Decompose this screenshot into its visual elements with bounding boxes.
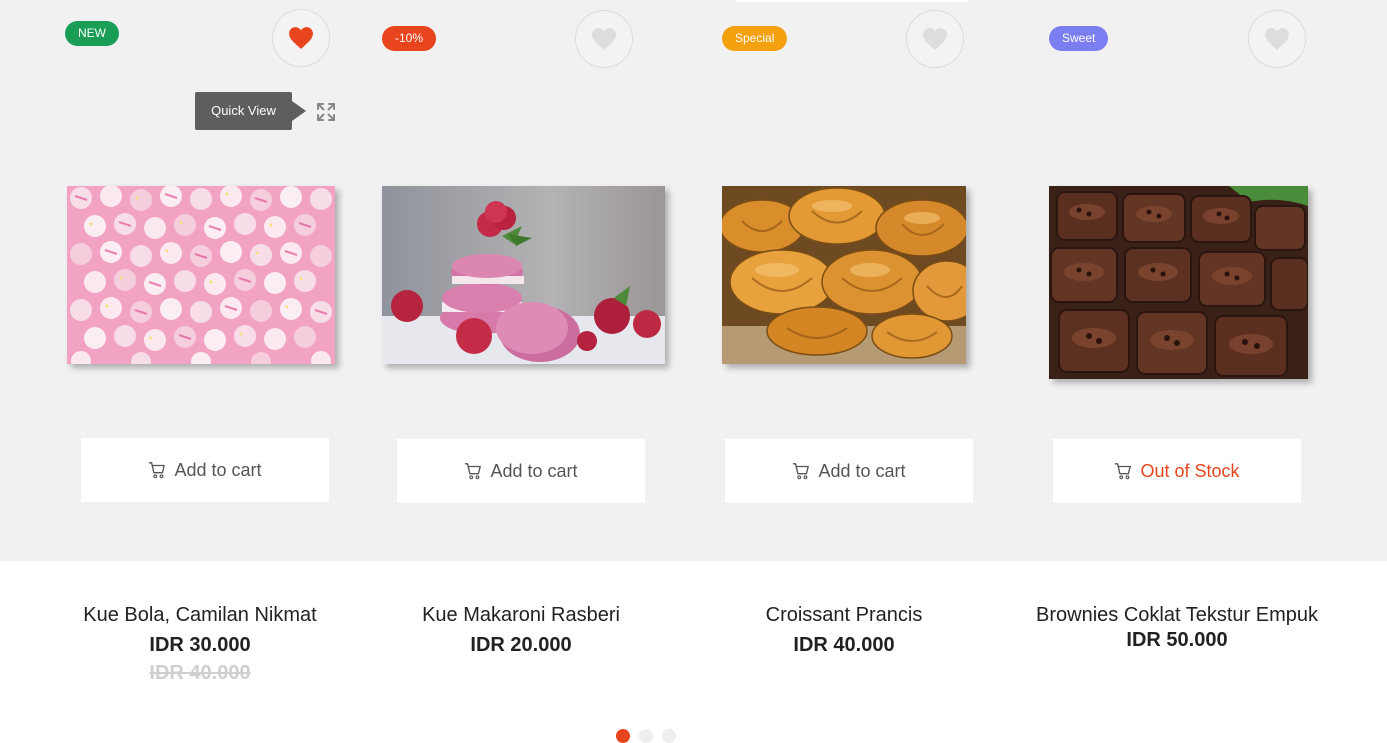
cart-icon bbox=[793, 463, 810, 480]
quick-view-tooltip: Quick View bbox=[195, 92, 292, 130]
carousel-dot-3[interactable] bbox=[662, 729, 676, 743]
badge-special: Special bbox=[722, 26, 788, 51]
product-name[interactable]: Kue Bola, Camilan Nikmat bbox=[30, 604, 370, 627]
heart-icon bbox=[923, 28, 947, 50]
cart-icon bbox=[149, 462, 166, 479]
carousel-dot-1[interactable] bbox=[616, 729, 630, 743]
product-price: IDR 20.000 bbox=[470, 634, 572, 656]
product-price: IDR 50.000 bbox=[1126, 629, 1228, 651]
raspberry-macarons-photo bbox=[382, 186, 665, 364]
product-image[interactable] bbox=[722, 186, 966, 364]
wishlist-button[interactable] bbox=[906, 10, 964, 68]
expand-icon[interactable] bbox=[316, 102, 336, 122]
croissants-photo bbox=[722, 186, 966, 364]
tooltip-arrow bbox=[292, 101, 306, 121]
badge-sweet: Sweet bbox=[1049, 26, 1109, 51]
add-to-cart-button[interactable]: Add to cart bbox=[397, 439, 645, 503]
product-name[interactable]: Brownies Coklat Tekstur Empuk bbox=[1007, 604, 1347, 627]
button-label: Add to cart bbox=[174, 459, 262, 480]
heart-icon bbox=[592, 28, 616, 50]
add-to-cart-button[interactable]: Add to cart bbox=[725, 439, 973, 503]
add-to-cart-button[interactable]: Add to cart bbox=[81, 438, 329, 502]
out-of-stock-button[interactable]: Out of Stock bbox=[1053, 439, 1301, 503]
product-card: Sweet Out of Stock Brownies Coklat Tekst… bbox=[1035, 0, 1387, 743]
product-price: IDR 40.000 bbox=[793, 634, 895, 656]
button-label: Add to cart bbox=[818, 460, 906, 481]
chocolate-brownies-photo bbox=[1049, 186, 1308, 379]
heart-icon bbox=[289, 27, 313, 49]
badge-new: NEW bbox=[65, 21, 119, 46]
cart-icon bbox=[465, 463, 482, 480]
pink-cake-balls-photo bbox=[67, 186, 335, 364]
heart-icon bbox=[1265, 28, 1289, 50]
button-label: Out of Stock bbox=[1140, 460, 1240, 481]
product-image[interactable] bbox=[1049, 186, 1308, 379]
carousel-dot-2[interactable] bbox=[639, 729, 653, 743]
product-card: Special Add to cart Croissant Prancis ID… bbox=[690, 0, 1035, 743]
button-label: Add to cart bbox=[490, 460, 578, 481]
product-name[interactable]: Kue Makaroni Rasberi bbox=[351, 604, 691, 627]
product-image[interactable] bbox=[382, 186, 665, 364]
wishlist-button[interactable] bbox=[272, 9, 330, 67]
product-image[interactable] bbox=[67, 186, 335, 364]
wishlist-button[interactable] bbox=[1248, 10, 1306, 68]
product-name[interactable]: Croissant Prancis bbox=[674, 604, 1014, 627]
carousel-pagination bbox=[616, 729, 676, 743]
product-card: -10% Add to cart Kue Makaroni Rasberi ID… bbox=[345, 0, 690, 743]
product-price: IDR 30.000 bbox=[149, 634, 251, 656]
cart-icon bbox=[1115, 463, 1132, 480]
wishlist-button[interactable] bbox=[575, 10, 633, 68]
badge-discount: -10% bbox=[382, 26, 437, 51]
original-price: IDR 40.000 bbox=[149, 662, 251, 684]
